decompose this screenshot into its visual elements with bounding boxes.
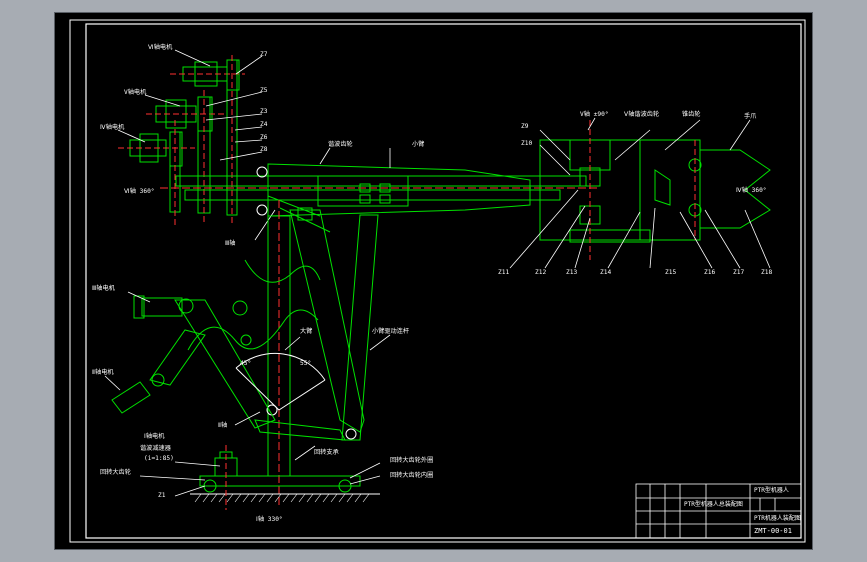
label-z18: Z18 (761, 269, 772, 276)
label-z4: Z4 (260, 121, 268, 128)
label-z11: Z11 (498, 269, 509, 276)
label-z17: Z17 (733, 269, 744, 276)
ground-hatch (194, 493, 370, 503)
label-angle-45: 45° (240, 359, 251, 367)
label-hand: 手爪 (744, 112, 757, 120)
label-z15: Z15 (665, 269, 676, 276)
label-z3: Z3 (260, 108, 268, 115)
title-block-text: PTR型机器人 PTR机器人装配图 ZMT-00-01 PTR型机器人总装配图 (684, 486, 801, 535)
label-motor-5: V轴电机 (124, 88, 147, 96)
label-z9: Z9 (521, 123, 529, 130)
label-reducer: 谐波减速器 (140, 444, 172, 452)
label-z12: Z12 (535, 269, 546, 276)
title-name: PTR机器人装配图 (754, 514, 801, 522)
label-motor-2: Ⅱ轴电机 (92, 368, 114, 376)
label-base-ring: 回转支承 (314, 448, 339, 456)
drawing-frame: Ⅵ轴电机 V轴电机 Ⅳ轴电机 Ⅵ轴 360° Ⅲ轴 Z7 Z5 Z3 Z4 Z6… (55, 13, 812, 549)
label-axis-3: Ⅲ轴 (225, 239, 235, 247)
label-wrist-gear: Ⅴ轴谐波齿轮 (624, 110, 659, 118)
label-axis-5: V轴 ±90° (580, 110, 609, 118)
label-big-arm: 大臂 (300, 327, 312, 335)
label-z8: Z8 (260, 146, 268, 153)
label-base-gear: 回转大齿轮 (100, 468, 131, 476)
title-drawing-no: ZMT-00-01 (754, 527, 792, 535)
leader-lines-left (104, 291, 391, 497)
label-forearm: 小臂 (412, 140, 424, 148)
label-inner-ring: 回转大齿轮内圈 (390, 471, 433, 479)
label-z10: Z10 (521, 140, 532, 147)
label-forearm-link: 小臂驱动连杆 (372, 327, 409, 335)
label-angle-55: 55° (300, 359, 311, 367)
title-company: PTR型机器人 (754, 486, 789, 494)
label-gear-box: 谐波齿轮 (328, 140, 353, 148)
label-z1: Z1 (158, 492, 166, 499)
label-outer-ring: 回转大齿轮外圈 (390, 456, 433, 464)
inner-border (85, 23, 802, 539)
label-axis-6: Ⅵ轴 360° (124, 187, 155, 195)
label-motor-3: Ⅲ轴电机 (92, 284, 116, 292)
label-axis-2: Ⅱ轴 (218, 421, 227, 429)
label-z14: Z14 (600, 269, 611, 276)
label-z7: Z7 (260, 51, 268, 58)
label-z6: Z6 (260, 134, 268, 141)
label-axis-1: Ⅰ轴 330° (256, 515, 283, 523)
label-motor-4: Ⅳ轴电机 (100, 123, 125, 131)
label-z16: Z16 (704, 269, 715, 276)
cad-drawing: Ⅵ轴电机 V轴电机 Ⅳ轴电机 Ⅵ轴 360° Ⅲ轴 Z7 Z5 Z3 Z4 Z6… (69, 19, 806, 543)
label-bevel: 锥齿轮 (682, 110, 701, 118)
label-axis-4: Ⅳ轴 360° (736, 186, 767, 194)
outer-border (69, 19, 806, 543)
labels: Ⅵ轴电机 V轴电机 Ⅳ轴电机 Ⅵ轴 360° Ⅲ轴 Z7 Z5 Z3 Z4 Z6… (92, 43, 772, 523)
label-motor-6: Ⅵ轴电机 (148, 43, 173, 51)
label-ratio: (i=1:85) (144, 455, 174, 462)
label-z5: Z5 (260, 87, 268, 94)
label-z13: Z13 (566, 269, 577, 276)
label-motor-1: Ⅰ轴电机 (144, 432, 165, 440)
title-sub: PTR型机器人总装配图 (684, 500, 743, 508)
